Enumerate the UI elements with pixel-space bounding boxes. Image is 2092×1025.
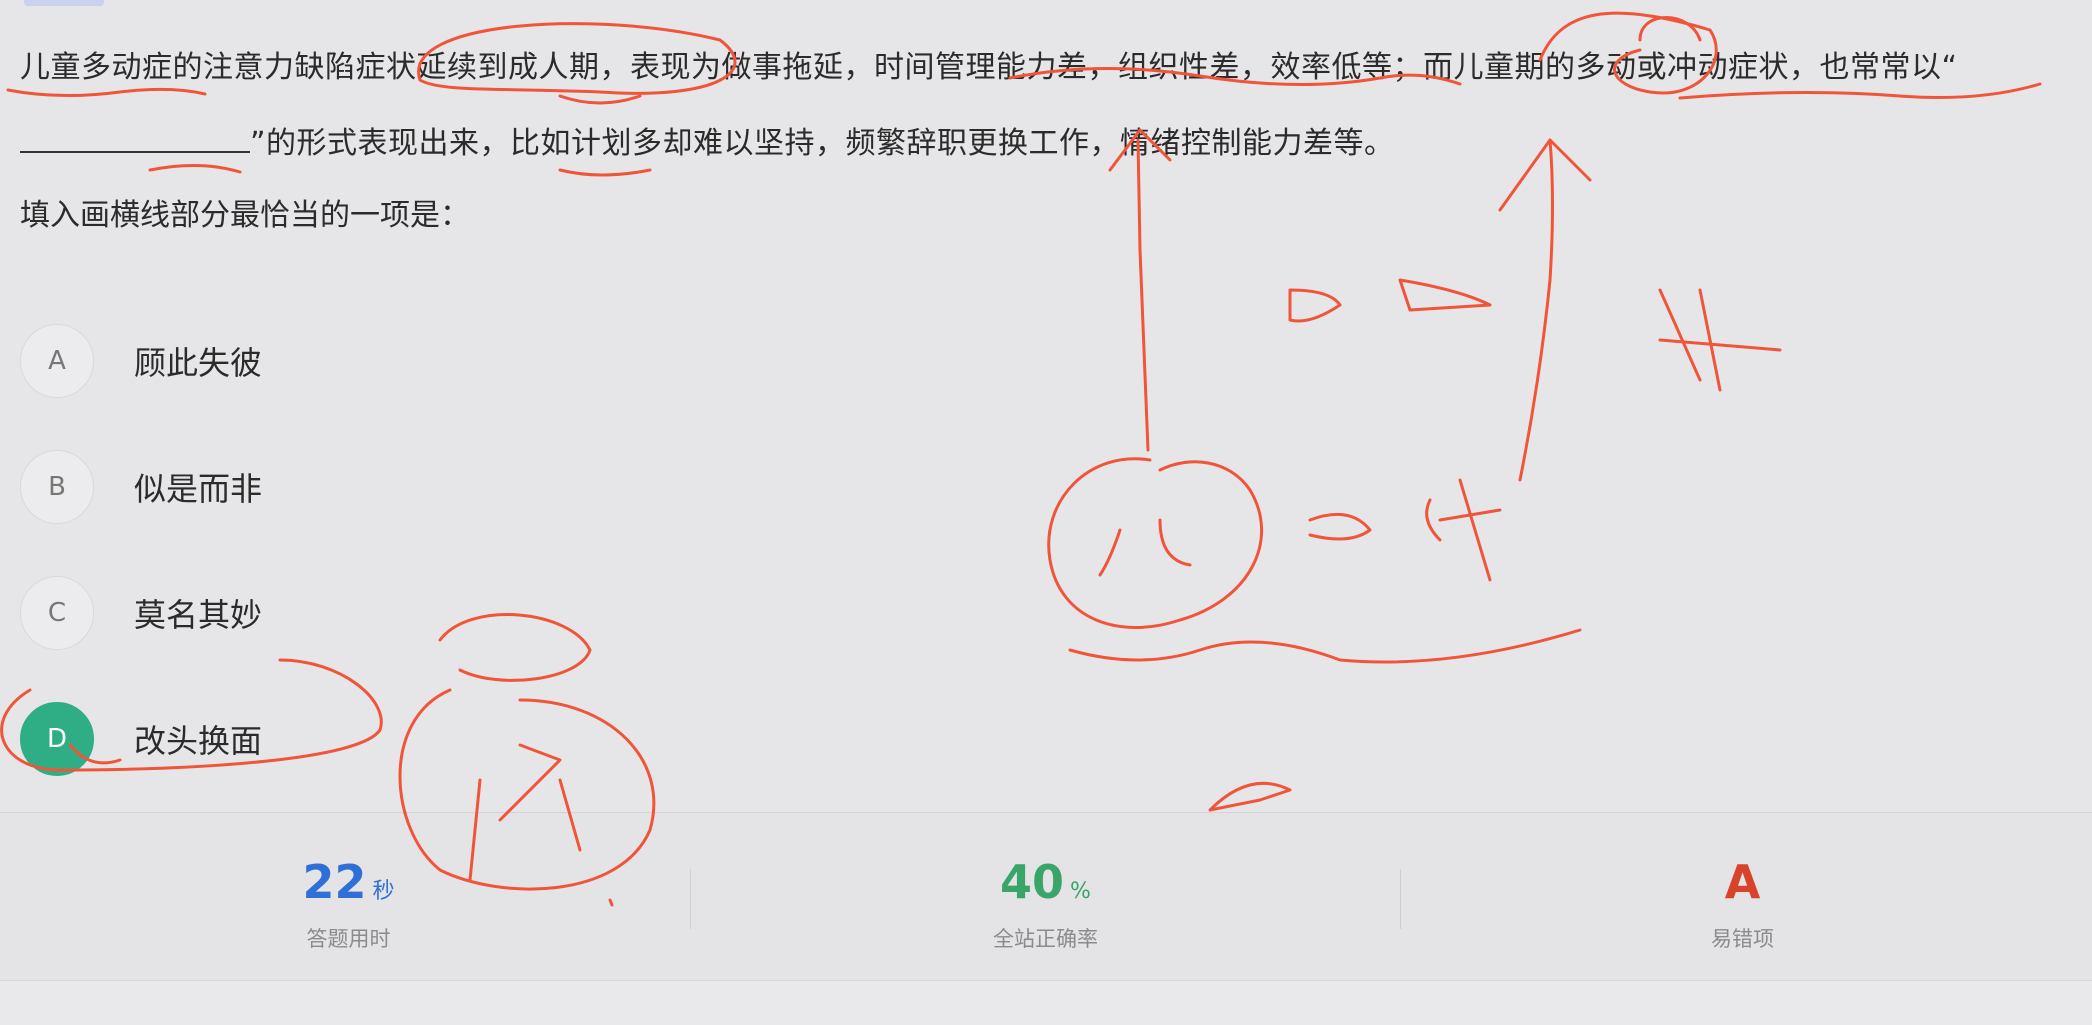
- answer-stats-bar: 22 秒 答题用时 40% 全站正确率 A 易错项: [0, 812, 2092, 981]
- question-text: 儿童多动症的注意力缺陷症状延续到成人期，表现为做事拖延，时间管理能力差，组织性差…: [20, 30, 2070, 182]
- stat-accuracy-label: 全站正确率: [993, 927, 1098, 951]
- question-part-1: 儿童多动症的注意力缺陷症状延续到成人期，表现为做事拖延，时间管理能力差，组织性差…: [20, 50, 1958, 85]
- bottom-bar: [0, 980, 2092, 1025]
- option-b[interactable]: B 似是而非: [20, 424, 262, 550]
- stat-time-value: 22: [302, 855, 367, 909]
- option-text: 似是而非: [134, 470, 263, 508]
- stat-divider: [690, 869, 691, 929]
- options-list: A 顾此失彼 B 似是而非 C 莫名其妙 D 改头换面: [20, 298, 262, 802]
- stat-time-value-wrap: 22 秒: [0, 855, 697, 911]
- stat-accuracy-value: 40: [1000, 855, 1065, 909]
- option-a[interactable]: A 顾此失彼: [20, 298, 262, 424]
- answer-blank: [20, 123, 250, 153]
- option-letter-badge: D: [20, 702, 94, 776]
- stat-common-wrong-label: 易错项: [1711, 927, 1774, 951]
- stat-common-wrong: A 易错项: [1394, 813, 2091, 981]
- option-text: 莫名其妙: [134, 596, 263, 634]
- option-letter-badge: C: [20, 576, 94, 650]
- option-c[interactable]: C 莫名其妙: [20, 550, 262, 676]
- stat-accuracy-value-wrap: 40%: [697, 855, 1394, 911]
- question-prompt: 填入画横线部分最恰当的一项是：: [20, 198, 470, 233]
- question-part-2: ”的形式表现出来，比如计划多却难以坚持，频繁辞职更换工作，情绪控制能力差等。: [250, 126, 1395, 161]
- option-text: 顾此失彼: [134, 344, 263, 382]
- stat-time-unit: 秒: [372, 879, 395, 904]
- stat-common-wrong-value: A: [1724, 855, 1761, 909]
- stat-time: 22 秒 答题用时: [0, 813, 697, 981]
- stat-accuracy-unit: %: [1070, 879, 1091, 904]
- option-letter-badge: A: [20, 324, 94, 398]
- option-d[interactable]: D 改头换面: [20, 676, 262, 802]
- option-text: 改头换面: [134, 722, 263, 760]
- stat-time-label: 答题用时: [306, 927, 391, 951]
- stat-accuracy: 40% 全站正确率: [697, 813, 1394, 981]
- option-letter-badge: B: [20, 450, 94, 524]
- question-type-tag: [24, 0, 104, 6]
